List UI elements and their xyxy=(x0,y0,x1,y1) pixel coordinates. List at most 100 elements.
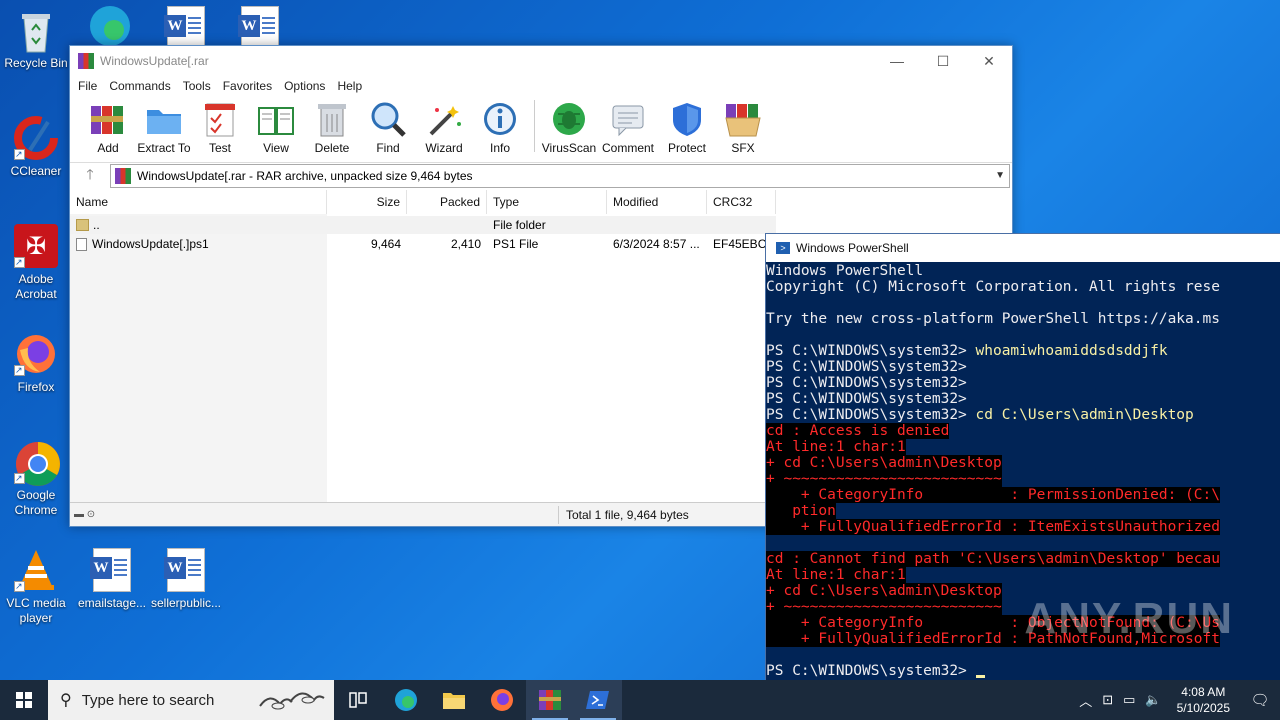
maximize-button[interactable]: ☐ xyxy=(920,46,966,76)
table-row[interactable]: WindowsUpdate[.]ps1 9,464 2,410 PS1 File… xyxy=(70,235,776,253)
console-cursor xyxy=(975,675,985,678)
winrar-icon xyxy=(78,53,94,69)
console-line: Windows PowerShell xyxy=(766,263,1280,279)
protect-button[interactable]: Protect xyxy=(659,100,715,155)
column-header-size[interactable]: Size xyxy=(327,190,407,214)
edge-icon xyxy=(395,689,417,711)
firefox-icon xyxy=(491,689,513,711)
view-button[interactable]: View xyxy=(248,100,304,155)
info-icon xyxy=(481,100,519,138)
chevron-down-icon[interactable]: ▼ xyxy=(995,170,1005,181)
clock[interactable]: 4:08 AM 5/10/2025 xyxy=(1167,684,1240,716)
wizard-button[interactable]: Wizard xyxy=(416,100,472,155)
find-magnifier-icon xyxy=(369,100,407,138)
extract-to-button[interactable]: Extract To xyxy=(136,100,192,155)
console-line: + CategoryInfo : PermissionDenied: (C:\ xyxy=(766,487,1280,503)
address-bar: 🡑 WindowsUpdate[.rar - RAR archive, unpa… xyxy=(70,162,1012,188)
drive-icon[interactable]: ▬ ⊙ xyxy=(70,509,130,520)
taskbar-powershell[interactable] xyxy=(574,680,622,720)
info-button[interactable]: Info xyxy=(472,100,528,155)
menu-options[interactable]: Options xyxy=(278,79,331,93)
volume-icon[interactable]: 🔈 xyxy=(1140,692,1166,708)
desktop-icon-label: emailstage... xyxy=(77,596,147,610)
console-line-text: Windows PowerShell xyxy=(766,263,924,279)
network-icon[interactable]: ⊡ xyxy=(1097,692,1118,708)
archive-path-field[interactable]: WindowsUpdate[.rar - RAR archive, unpack… xyxy=(110,163,1010,188)
menu-favorites[interactable]: Favorites xyxy=(217,79,278,93)
delete-button[interactable]: Delete xyxy=(304,100,360,155)
desktop-icon-emailstage[interactable]: W emailstage... xyxy=(76,548,148,611)
comment-button[interactable]: Comment xyxy=(597,100,659,155)
console-line: + cd C:\Users\admin\Desktop xyxy=(766,455,1280,471)
console-line: PS C:\WINDOWS\system32> whoamiwhoamiddsd… xyxy=(766,343,1280,359)
taskbar-firefox[interactable] xyxy=(478,680,526,720)
console-line: + FullyQualifiedErrorId : ItemExistsUnau… xyxy=(766,519,1280,535)
powershell-titlebar[interactable]: > Windows PowerShell xyxy=(766,234,1280,262)
desktop-icon-label: Firefox xyxy=(17,380,55,394)
desktop-icon-adobe-acrobat[interactable]: ✠ Adobe Acrobat xyxy=(0,224,72,302)
desktop-icon-label: CCleaner xyxy=(10,164,62,178)
wizard-wand-icon xyxy=(425,100,463,138)
table-row[interactable]: .. File folder xyxy=(70,216,776,234)
console-line: ption xyxy=(766,503,1280,519)
clock-date: 5/10/2025 xyxy=(1176,701,1230,715)
console-line-text: + cd C:\Users\admin\Desktop xyxy=(766,455,1002,471)
desktop-icon-chrome[interactable]: Google Chrome xyxy=(0,440,72,518)
menu-help[interactable]: Help xyxy=(331,79,368,93)
console-line-text: PS C:\WINDOWS\system32> xyxy=(766,407,976,423)
taskbar-file-explorer[interactable] xyxy=(430,680,478,720)
clock-time: 4:08 AM xyxy=(1181,685,1226,699)
desktop-icon-recycle-bin[interactable]: Recycle Bin xyxy=(0,8,72,71)
chevron-up-icon[interactable]: ︿ xyxy=(1074,691,1097,710)
sfx-button[interactable]: SFX xyxy=(715,100,771,155)
close-button[interactable]: ✕ xyxy=(966,46,1012,76)
column-header-modified[interactable]: Modified xyxy=(607,190,707,214)
word-doc-icon: W xyxy=(164,6,208,50)
powershell-icon: > xyxy=(776,242,790,254)
console-line: cd : Cannot find path 'C:\Users\admin\De… xyxy=(766,551,1280,567)
search-box[interactable]: ⚲ Type here to search xyxy=(48,680,334,720)
recycle-bin-icon xyxy=(14,8,58,53)
edge-icon xyxy=(88,4,132,48)
menu-commands[interactable]: Commands xyxy=(103,79,176,93)
taskbar-winrar[interactable] xyxy=(526,680,574,720)
console-line-text: + ~~~~~~~~~~~~~~~~~~~~~~~~~ xyxy=(766,471,1002,487)
test-button[interactable]: Test xyxy=(192,100,248,155)
console-line: At line:1 char:1 xyxy=(766,567,1280,583)
desktop-icon-ccleaner[interactable]: CCleaner xyxy=(0,116,72,179)
column-header-type[interactable]: Type xyxy=(487,190,607,214)
desktop-icon-firefox[interactable]: Firefox xyxy=(0,332,72,395)
add-button[interactable]: Add xyxy=(80,100,136,155)
column-header-crc32[interactable]: CRC32 xyxy=(707,190,776,214)
display-icon[interactable]: ▭ xyxy=(1118,692,1140,708)
start-button[interactable] xyxy=(0,680,48,720)
desktop-icon-sellerpublic[interactable]: W sellerpublic... xyxy=(150,548,222,611)
menu-tools[interactable]: Tools xyxy=(177,79,217,93)
search-highlight-birds-icon xyxy=(259,692,325,710)
column-header-packed[interactable]: Packed xyxy=(407,190,487,214)
desktop-icon-vlc[interactable]: VLC media player xyxy=(0,548,72,626)
console-line-text: + ~~~~~~~~~~~~~~~~~~~~~~~~~ xyxy=(766,599,1002,615)
console-line-text: ption xyxy=(766,503,836,519)
find-button[interactable]: Find xyxy=(360,100,416,155)
virusscan-button[interactable]: VirusScan xyxy=(541,100,597,155)
notification-icon[interactable]: 🗨 xyxy=(1240,680,1280,720)
adobe-acrobat-icon: ✠ xyxy=(14,224,58,270)
menu-file[interactable]: File xyxy=(72,79,103,93)
task-view-button[interactable] xyxy=(334,680,382,720)
column-header-name[interactable]: Name xyxy=(70,190,327,214)
taskbar-edge[interactable] xyxy=(382,680,430,720)
taskbar: ⚲ Type here to search ︿ ⊡ ▭ 🔈 4:08 AM 5/… xyxy=(0,680,1280,720)
desktop-icon-label: Adobe Acrobat xyxy=(15,272,57,301)
up-arrow-icon[interactable]: 🡑 xyxy=(70,164,110,188)
folder-up-icon xyxy=(76,219,89,231)
console-line: + ~~~~~~~~~~~~~~~~~~~~~~~~~ xyxy=(766,471,1280,487)
console-line-text: PS C:\WINDOWS\system32> xyxy=(766,391,967,407)
winrar-titlebar[interactable]: WindowsUpdate[.rar — ☐ ✕ xyxy=(70,46,1012,76)
protect-shield-icon xyxy=(668,100,706,138)
extract-folder-icon xyxy=(145,100,183,138)
console-line-text: cd : Cannot find path 'C:\Users\admin\De… xyxy=(766,551,1220,567)
console-line-text: PS C:\WINDOWS\system32> xyxy=(766,663,976,679)
minimize-button[interactable]: — xyxy=(874,46,920,76)
